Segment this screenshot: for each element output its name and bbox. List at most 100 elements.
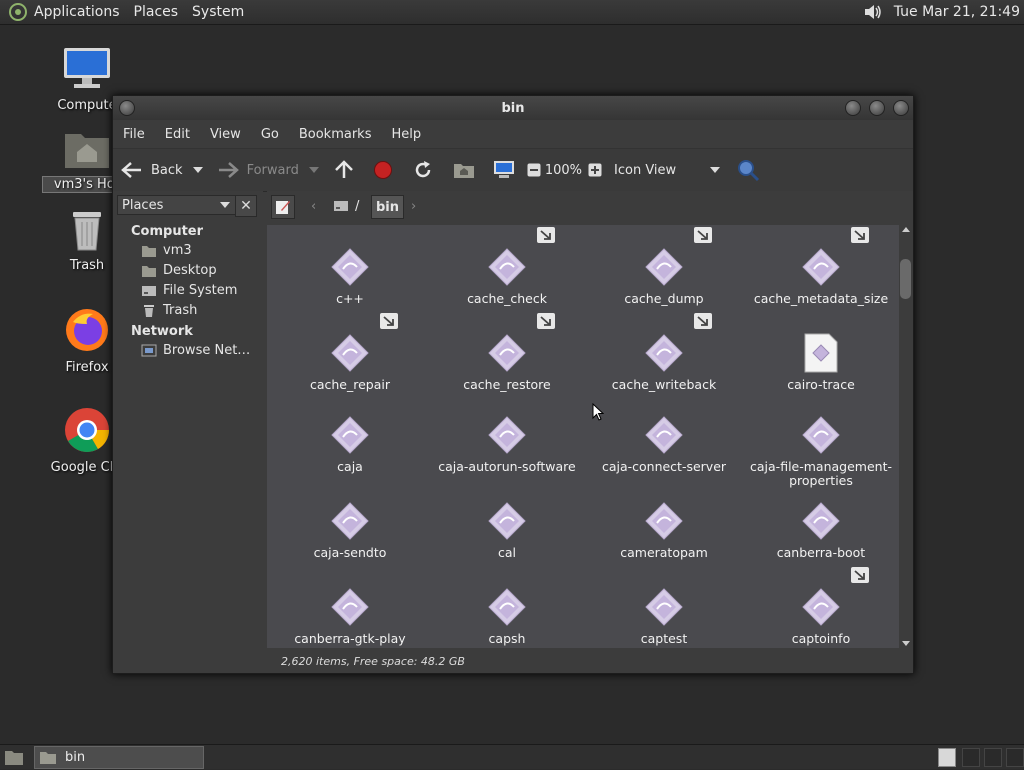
executable-icon bbox=[331, 334, 369, 372]
taskbar-item-bin[interactable]: bin bbox=[34, 746, 204, 769]
workspace-2[interactable] bbox=[962, 748, 980, 767]
symlink-emblem-icon bbox=[851, 567, 869, 583]
sidebar-item-label: File System bbox=[163, 283, 238, 298]
file-name: cameratopam bbox=[620, 545, 708, 560]
show-desktop-button[interactable] bbox=[4, 748, 24, 770]
executable-icon bbox=[802, 248, 840, 286]
file-name: capsh bbox=[488, 631, 526, 646]
computer-button[interactable] bbox=[493, 154, 515, 186]
file-item[interactable]: captest bbox=[589, 587, 739, 646]
file-item[interactable]: canberra-gtk-play bbox=[275, 587, 425, 646]
file-item[interactable]: capsh bbox=[432, 587, 582, 646]
executable-icon bbox=[331, 416, 369, 454]
workspace-4[interactable] bbox=[1006, 748, 1024, 767]
back-arrow-icon bbox=[121, 162, 141, 178]
file-item[interactable]: captoinfo bbox=[746, 567, 896, 646]
status-bar: 2,620 items, Free space: 48.2 GB bbox=[267, 650, 913, 672]
file-item[interactable]: caja-autorun-software bbox=[432, 415, 582, 474]
applications-menu-label: Applications bbox=[34, 4, 120, 20]
file-item[interactable]: cairo-trace bbox=[746, 333, 896, 392]
chevron-down-icon[interactable] bbox=[192, 167, 203, 173]
file-name: caja-connect-server bbox=[601, 459, 727, 474]
stop-button[interactable] bbox=[373, 154, 393, 186]
toggle-location-button[interactable] bbox=[271, 195, 295, 219]
file-item[interactable]: cache_check bbox=[432, 227, 582, 306]
search-icon bbox=[738, 160, 760, 182]
breadcrumb-current[interactable]: bin bbox=[371, 195, 405, 219]
reload-button[interactable] bbox=[413, 154, 433, 186]
minimize-button[interactable] bbox=[845, 100, 861, 116]
sidebar-item-label: Desktop bbox=[163, 263, 217, 278]
file-item[interactable]: cache_metadata_size bbox=[746, 227, 896, 306]
up-button[interactable] bbox=[333, 154, 355, 186]
scrollbar-thumb[interactable] bbox=[900, 259, 911, 299]
places-menu[interactable]: Places bbox=[130, 0, 183, 24]
applications-menu[interactable]: Applications bbox=[4, 0, 124, 24]
file-name: cache_check bbox=[467, 291, 547, 306]
vertical-scrollbar[interactable] bbox=[899, 225, 913, 648]
menu-help[interactable]: Help bbox=[381, 127, 431, 142]
workspace-3[interactable] bbox=[984, 748, 1002, 767]
file-name: caja-file-management-properties bbox=[750, 459, 892, 488]
menu-bookmarks[interactable]: Bookmarks bbox=[289, 127, 382, 142]
file-item[interactable]: caja-connect-server bbox=[589, 415, 739, 474]
up-arrow-icon bbox=[334, 160, 353, 178]
window-menu-button[interactable] bbox=[119, 100, 135, 116]
system-menu[interactable]: System bbox=[188, 0, 248, 24]
file-name: caja bbox=[337, 459, 363, 474]
sidebar-item-vm3[interactable]: vm3 bbox=[141, 243, 192, 258]
file-name: cache_writeback bbox=[611, 377, 717, 392]
chevron-down-icon[interactable] bbox=[308, 167, 319, 173]
close-pane-button[interactable]: ✕ bbox=[235, 195, 257, 217]
file-name: caja-autorun-software bbox=[438, 459, 576, 474]
scroll-down-arrow[interactable] bbox=[902, 641, 910, 646]
icon-view[interactable]: c++ cache_check cache_dump cache_metadata_s… bbox=[267, 225, 899, 648]
file-item[interactable]: caja-file-management-properties bbox=[746, 415, 896, 488]
close-button[interactable] bbox=[893, 100, 909, 116]
home-button[interactable] bbox=[453, 154, 475, 186]
symlink-emblem-icon bbox=[537, 227, 555, 243]
file-name: cairo-trace bbox=[787, 377, 855, 392]
sidebar-item-desktop[interactable]: Desktop bbox=[141, 263, 217, 278]
sidebar-item-trash[interactable]: Trash bbox=[141, 303, 197, 318]
file-item[interactable]: cache_dump bbox=[589, 227, 739, 306]
file-item[interactable]: cache_repair bbox=[275, 313, 425, 392]
breadcrumb-scroll-left[interactable]: ‹ bbox=[311, 195, 316, 217]
file-item[interactable]: cache_writeback bbox=[589, 313, 739, 392]
volume-icon[interactable] bbox=[862, 2, 884, 22]
zoom-in-button[interactable] bbox=[588, 154, 602, 186]
sidebar-item-filesystem[interactable]: File System bbox=[141, 283, 237, 298]
back-button[interactable]: Back bbox=[121, 154, 203, 186]
maximize-button[interactable] bbox=[869, 100, 885, 116]
file-item[interactable]: canberra-boot bbox=[746, 501, 896, 560]
breadcrumb-root[interactable]: / bbox=[333, 195, 359, 217]
workspace-1[interactable] bbox=[938, 748, 956, 767]
sidebar-item-browse-network[interactable]: Browse Net… bbox=[141, 343, 250, 358]
home-folder-icon bbox=[65, 134, 109, 168]
file-item[interactable]: cal bbox=[432, 501, 582, 560]
window-titlebar[interactable]: bin bbox=[113, 96, 913, 120]
file-item[interactable]: caja bbox=[275, 415, 425, 474]
filesystem-icon bbox=[142, 285, 156, 296]
breadcrumb-scroll-right[interactable]: › bbox=[411, 195, 416, 217]
file-item[interactable]: cameratopam bbox=[589, 501, 739, 560]
file-item[interactable]: caja-sendto bbox=[275, 501, 425, 560]
menu-file[interactable]: File bbox=[113, 127, 155, 142]
mate-logo-icon bbox=[9, 3, 27, 21]
clock[interactable]: Tue Mar 21, 21:49 bbox=[894, 4, 1020, 20]
search-button[interactable] bbox=[736, 154, 760, 186]
executable-icon bbox=[802, 416, 840, 454]
file-name: caja-sendto bbox=[313, 545, 387, 560]
executable-icon bbox=[488, 334, 526, 372]
zoom-out-button[interactable] bbox=[527, 154, 541, 186]
menu-go[interactable]: Go bbox=[251, 127, 289, 142]
scroll-up-arrow[interactable] bbox=[902, 227, 910, 232]
forward-button[interactable]: Forward bbox=[217, 154, 319, 186]
view-mode-select[interactable]: Icon View bbox=[614, 154, 721, 186]
menu-edit[interactable]: Edit bbox=[155, 127, 200, 142]
places-selector[interactable]: Places bbox=[117, 195, 237, 215]
file-item[interactable]: cache_restore bbox=[432, 313, 582, 392]
menu-view[interactable]: View bbox=[200, 127, 251, 142]
zoom-level[interactable]: 100% bbox=[545, 154, 582, 186]
file-item[interactable]: c++ bbox=[275, 247, 425, 306]
